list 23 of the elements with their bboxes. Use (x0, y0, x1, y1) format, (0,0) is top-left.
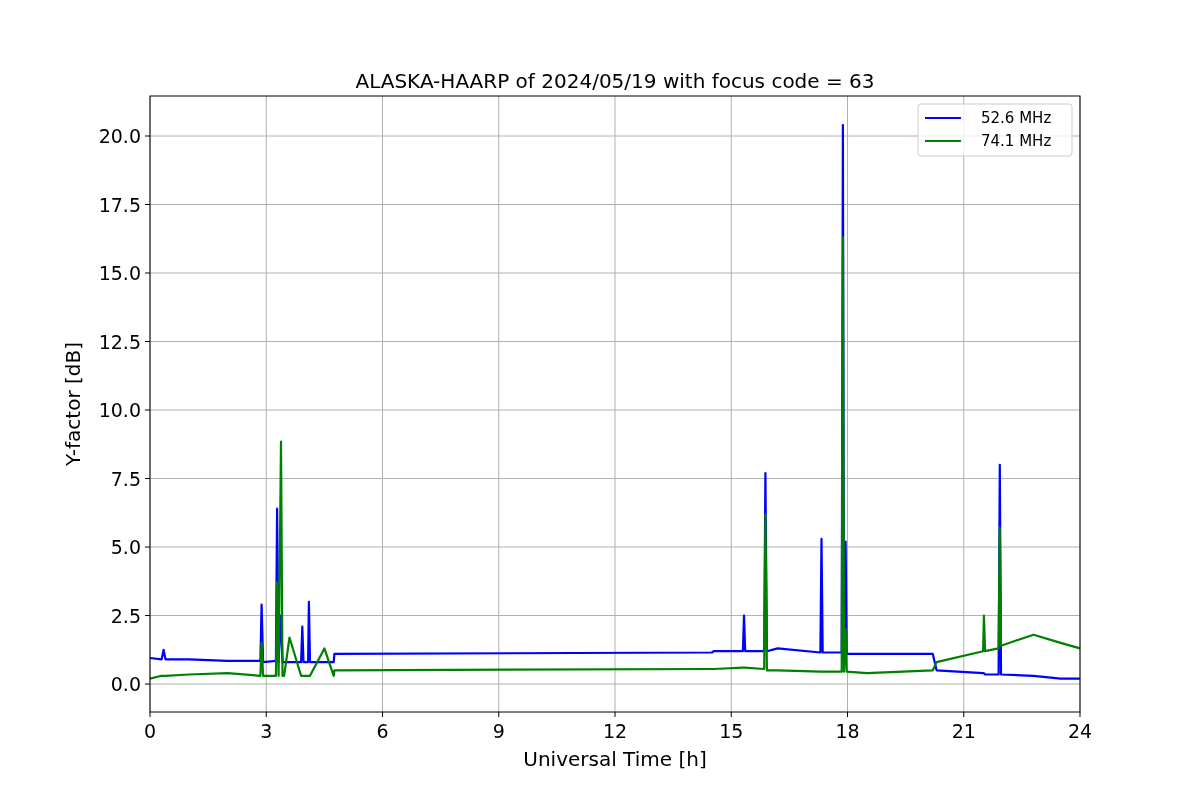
legend-label: 52.6 MHz (981, 109, 1052, 127)
y-tick-label: 10.0 (98, 399, 141, 422)
y-tick-label: 20.0 (98, 125, 141, 147)
x-tick-label: 18 (835, 720, 860, 742)
y-tick-label: 2.5 (110, 604, 141, 627)
y-tick-label: 0.0 (110, 673, 141, 696)
y-tick-label: 15.0 (98, 262, 141, 284)
y-tick-label: 7.5 (110, 467, 141, 490)
y-tick-label: 17.5 (98, 193, 141, 216)
x-tick-label: 6 (376, 720, 389, 742)
chart-title: ALASKA-HAARP of 2024/05/19 with focus code = 63 (355, 69, 875, 93)
x-tick-label: 12 (602, 720, 628, 742)
y-tick-label: 12.5 (98, 330, 141, 353)
x-tick-label: 9 (492, 720, 505, 742)
y-tick-label: 5.0 (110, 536, 141, 559)
x-tick-label: 0 (143, 720, 157, 742)
y-axis-label: Y-factor [dB] (61, 342, 85, 466)
x-tick-label: 3 (260, 720, 273, 742)
x-axis-label: Universal Time [h] (523, 747, 707, 771)
legend-label: 74.1 MHz (981, 132, 1052, 150)
x-tick-label: 21 (951, 720, 976, 742)
x-tick-label: 24 (1067, 720, 1093, 742)
x-tick-label: 15 (719, 720, 744, 742)
